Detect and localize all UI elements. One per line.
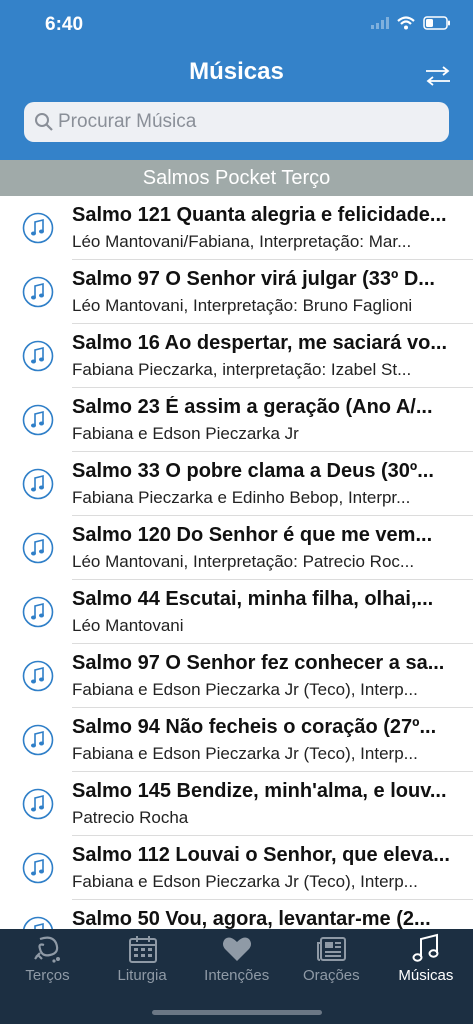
song-title: Salmo 33 O pobre clama a Deus (30º...	[72, 460, 434, 482]
song-title: Salmo 97 O Senhor virá julgar (33º D...	[72, 268, 435, 290]
song-title: Salmo 121 Quanta alegria e felicidade...	[72, 204, 447, 226]
tab-oracoes[interactable]: Orações	[284, 929, 379, 999]
list-item[interactable]: Salmo 112 Louvai o Senhor, que eleva... F…	[0, 836, 473, 900]
tab-tercos[interactable]: Terços	[0, 929, 95, 999]
list-item[interactable]: Salmo 120 Do Senhor é que me vem... Léo M…	[0, 516, 473, 580]
tab-label: Terços	[25, 967, 70, 984]
tab-label: Músicas	[398, 967, 454, 984]
list-item[interactable]: Salmo 145 Bendize, minh'alma, e louv... P…	[0, 772, 473, 836]
song-title: Salmo 112 Louvai o Senhor, que eleva...	[72, 844, 450, 866]
tab-musicas[interactable]: Músicas	[378, 929, 473, 999]
song-subtitle: Fabiana Pieczarka e Edinho Bebop, Interp…	[72, 488, 411, 507]
music-note-icon	[22, 212, 54, 244]
search-icon	[35, 113, 53, 131]
song-title: Salmo 50 Vou, agora, levantar-me (2...	[72, 908, 431, 929]
list-item[interactable]: Salmo 97 O Senhor virá julgar (33º D... L…	[0, 260, 473, 324]
song-subtitle: Fabiana e Edson Pieczarka Jr (Teco), Int…	[72, 680, 418, 699]
music-note-icon	[22, 532, 54, 564]
song-subtitle: Fabiana e Edson Pieczarka Jr (Teco), Int…	[72, 744, 418, 763]
list-item[interactable]: Salmo 23 É assim a geração (Ano A/... Fab…	[0, 388, 473, 452]
list-item[interactable]: Salmo 121 Quanta alegria e felicidade...…	[0, 196, 473, 260]
song-title: Salmo 16 Ao despertar, me saciará vo...	[72, 332, 447, 354]
song-title: Salmo 145 Bendize, minh'alma, e louv...	[72, 780, 447, 802]
song-title: Salmo 120 Do Senhor é que me vem...	[72, 524, 433, 546]
signal-icon	[371, 17, 389, 29]
wifi-icon	[397, 16, 415, 30]
song-list: Salmo 121 Quanta alegria e felicidade...…	[0, 196, 473, 929]
song-title: Salmo 44 Escutai, minha filha, olhai,...	[72, 588, 434, 610]
song-title: Salmo 94 Não fecheis o coração (27º...	[72, 716, 437, 738]
music-note-icon	[22, 340, 54, 372]
tab-label: Liturgia	[117, 967, 167, 984]
music-note-icon	[22, 852, 54, 884]
music-note-icon	[22, 660, 54, 692]
list-item[interactable]: Salmo 97 O Senhor fez conhecer a sa... Fa…	[0, 644, 473, 708]
search-input[interactable]	[58, 111, 438, 133]
sort-button[interactable]	[423, 64, 453, 88]
battery-icon	[423, 16, 450, 30]
home-indicator[interactable]	[152, 1010, 322, 1015]
status-time: 6:40	[45, 14, 84, 35]
heart-icon	[223, 937, 252, 961]
song-subtitle: Fabiana e Edson Pieczarka Jr	[72, 424, 299, 443]
music-note-icon	[22, 404, 54, 436]
music-note-icon	[22, 468, 54, 500]
section-header: Salmos Pocket Terço	[0, 160, 473, 196]
song-subtitle: Léo Mantovani	[72, 616, 184, 635]
status-icons	[371, 16, 451, 30]
page-title: Músicas	[189, 58, 284, 85]
song-subtitle: Léo Mantovani/Fabiana, Interpretação: Ma…	[72, 232, 412, 251]
song-title: Salmo 97 O Senhor fez conhecer a sa...	[72, 652, 445, 674]
sort-arrows-icon	[426, 66, 450, 86]
list-item[interactable]: Salmo 16 Ao despertar, me saciará vo... F…	[0, 324, 473, 388]
app-header: 6:40 Músicas	[0, 0, 473, 160]
list-item[interactable]: Salmo 33 O pobre clama a Deus (30º... Fab…	[0, 452, 473, 516]
newspaper-icon	[316, 937, 346, 961]
tab-label: Orações	[302, 967, 360, 984]
tab-intencoes[interactable]: Intenções	[189, 929, 284, 999]
rosary-icon	[34, 936, 60, 963]
list-item[interactable]: Salmo 50 Vou, agora, levantar-me (2...	[0, 900, 473, 929]
calendar-icon	[128, 936, 157, 963]
list-item[interactable]: Salmo 44 Escutai, minha filha, olhai,...…	[0, 580, 473, 644]
music-note-icon	[412, 933, 439, 962]
music-note-icon	[22, 788, 54, 820]
music-note-icon	[22, 276, 54, 308]
list-item[interactable]: Salmo 94 Não fecheis o coração (27º... Fa…	[0, 708, 473, 772]
music-note-icon	[22, 596, 54, 628]
song-subtitle: Patrecio Rocha	[72, 808, 189, 827]
music-note-icon	[22, 724, 54, 756]
song-subtitle: Fabiana e Edson Pieczarka Jr (Teco), Int…	[72, 872, 418, 891]
tab-label: Intenções	[204, 967, 270, 984]
music-note-icon	[23, 916, 53, 929]
tab-liturgia[interactable]: Liturgia	[95, 929, 190, 999]
song-subtitle: Fabiana Pieczarka, interpretação: Izabel…	[72, 360, 412, 379]
song-subtitle: Léo Mantovani, Interpretação: Bruno Fagl…	[72, 296, 413, 315]
song-title: Salmo 23 É assim a geração (Ano A/...	[72, 396, 433, 418]
song-subtitle: Léo Mantovani, Interpretação: Patrecio R…	[72, 552, 415, 571]
search-bar[interactable]	[24, 102, 449, 142]
